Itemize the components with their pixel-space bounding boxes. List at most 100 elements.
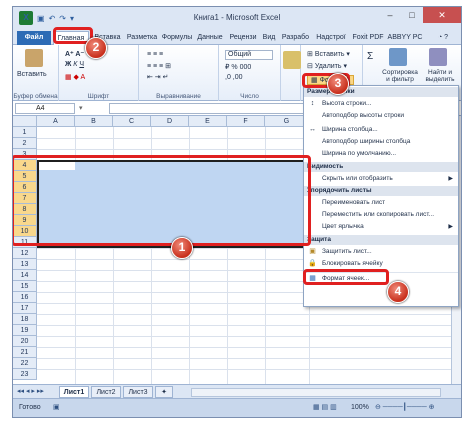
minimize-icon[interactable]: –	[379, 7, 401, 23]
number-format-select[interactable]: Общий	[225, 50, 273, 60]
column-header[interactable]: B	[75, 116, 113, 127]
sheet-tab-2[interactable]: Лист2	[91, 386, 121, 398]
submenu-arrow-icon: ▶	[448, 176, 453, 182]
menu-item-row-height[interactable]: ↕ Высота строки...	[304, 98, 458, 110]
alignment-label: Выравнивание	[156, 93, 201, 100]
find-select-button[interactable]: Найти и выделить	[421, 69, 459, 83]
sort-filter-button[interactable]: Сортировка и фильтр	[381, 69, 419, 83]
row-header[interactable]: 22	[13, 358, 37, 369]
row-header[interactable]: 16	[13, 292, 37, 303]
menu-item-move-copy[interactable]: Переместить или скопировать лист...	[304, 209, 458, 221]
row-header[interactable]: 1	[13, 127, 37, 138]
tab-page-layout[interactable]: Разметка	[125, 31, 159, 45]
row-height-icon: ↕	[310, 100, 315, 107]
percent-icon[interactable]: ₽ % 000	[225, 63, 251, 71]
tab-file[interactable]: Файл	[17, 31, 51, 45]
tab-developer[interactable]: Разрабо	[279, 31, 312, 45]
gridline	[37, 358, 461, 359]
help-icon[interactable]: ◔ ?	[431, 31, 455, 45]
zoom-level[interactable]: 100%	[351, 404, 369, 411]
horizontal-scrollbar[interactable]	[191, 388, 441, 397]
row-header[interactable]: 14	[13, 270, 37, 281]
paste-button[interactable]: Вставить	[17, 71, 47, 78]
decimal-icon[interactable]: ,0 ,00	[225, 74, 243, 81]
row-header[interactable]: 15	[13, 281, 37, 292]
group-alignment: ≡ ≡ ≡ ≡ ≡ ≡ ⊞ ⇤ ⇥ ↵ Выравнивание	[139, 45, 219, 101]
paste-icon[interactable]	[25, 49, 43, 67]
find-icon[interactable]	[429, 48, 447, 66]
menu-item-rename[interactable]: Переименовать лист	[304, 197, 458, 209]
row-header[interactable]: 2	[13, 138, 37, 149]
insert-cells-button[interactable]: ⊞ Вставить ▾	[307, 50, 350, 58]
gridline	[37, 325, 461, 326]
gridline	[37, 336, 461, 337]
step-badge-1: 1	[171, 237, 193, 259]
row-header[interactable]: 13	[13, 259, 37, 270]
indent-icon[interactable]: ⇤ ⇥ ↵	[147, 73, 169, 81]
select-all-corner[interactable]	[13, 116, 37, 127]
column-header[interactable]: C	[113, 116, 151, 127]
autosum-icon[interactable]: Σ	[367, 51, 373, 62]
row-header[interactable]: 20	[13, 336, 37, 347]
view-normal-icon[interactable]: ▦ ▤ ▥	[313, 403, 337, 411]
delete-cells-button[interactable]: ⊟ Удалить ▾	[307, 62, 347, 70]
sheet-tab-3[interactable]: Лист3	[123, 386, 153, 398]
row-header[interactable]: 19	[13, 325, 37, 336]
row-header[interactable]: 18	[13, 314, 37, 325]
menu-item-autofit-row[interactable]: Автоподбор высоты строки	[304, 110, 458, 122]
row-header[interactable]: 12	[13, 248, 37, 259]
row-header[interactable]: 17	[13, 303, 37, 314]
menu-item-tab-color[interactable]: Цвет ярлычка ▶	[304, 221, 458, 233]
row-header[interactable]: 23	[13, 369, 37, 380]
maximize-icon[interactable]: □	[401, 7, 423, 23]
menu-item-default-width[interactable]: Ширина по умолчанию...	[304, 148, 458, 160]
tab-review[interactable]: Рецензи	[226, 31, 260, 45]
column-header[interactable]: E	[189, 116, 227, 127]
step-badge-4: 4	[387, 281, 409, 303]
status-bar: Готово ▣ ▦ ▤ ▥ 100% ⊖ ────┃──── ⊕	[13, 398, 461, 417]
excel-window: X ▣ ↶ ↷ ▾ Книга1 - Microsoft Excel – □ ✕…	[12, 6, 462, 418]
highlight-format-cells	[303, 269, 389, 285]
tab-abbyy[interactable]: ABBYY PC	[387, 31, 423, 45]
name-box[interactable]: A4	[15, 103, 75, 114]
step-badge-2: 2	[85, 37, 107, 59]
tab-data[interactable]: Данные	[195, 31, 225, 45]
clipboard-label: Буфер обмена	[13, 93, 58, 100]
align-top-icon[interactable]: ≡ ≡ ≡	[147, 51, 163, 58]
column-header[interactable]: A	[37, 116, 75, 127]
styles-icon[interactable]	[283, 51, 301, 69]
sheet-tab-1[interactable]: Лист1	[59, 386, 89, 398]
sheet-nav-icon[interactable]: ◂◂ ◂ ▸ ▸▸	[17, 387, 44, 395]
menu-item-hide-show[interactable]: Скрыть или отобразить ▶	[304, 173, 458, 185]
gridline	[37, 314, 461, 315]
font-size-icon[interactable]: A⁺ A⁻	[65, 50, 84, 58]
macro-icon[interactable]: ▣	[53, 403, 60, 411]
menu-item-protect-sheet[interactable]: ▣ Защитить лист...	[304, 246, 458, 258]
zoom-slider[interactable]: ⊖ ────┃──── ⊕	[375, 403, 435, 411]
step-badge-3: 3	[327, 73, 349, 95]
menu-section-protection: Защита	[304, 235, 458, 245]
close-icon[interactable]: ✕	[423, 7, 461, 23]
tab-view[interactable]: Вид	[261, 31, 277, 45]
function-icon[interactable]: ▾	[79, 104, 83, 112]
menu-section-organize: Упорядочить листы	[304, 186, 458, 196]
group-number: Общий ₽ % 000 ,0 ,00 Число	[219, 45, 281, 101]
formula-input[interactable]	[109, 103, 305, 114]
lock-icon: 🔒	[308, 260, 317, 267]
font-color-icon[interactable]: ▦ ◆ A	[65, 73, 85, 81]
tab-addins[interactable]: Надстрої	[313, 31, 349, 45]
menu-item-autofit-col[interactable]: Автоподбор ширины столбца	[304, 136, 458, 148]
menu-item-col-width[interactable]: ↔ Ширина столбца...	[304, 124, 458, 136]
group-clipboard: Вставить Буфер обмена	[13, 45, 59, 101]
column-header[interactable]: D	[151, 116, 189, 127]
row-header[interactable]: 21	[13, 347, 37, 358]
submenu-arrow-icon: ▶	[448, 224, 453, 230]
column-header[interactable]: F	[227, 116, 265, 127]
title-bar: X ▣ ↶ ↷ ▾ Книга1 - Microsoft Excel – □ ✕	[13, 7, 461, 29]
align-left-icon[interactable]: ≡ ≡ ≡ ⊞	[147, 62, 171, 70]
tab-formulas[interactable]: Формулы	[160, 31, 194, 45]
tab-foxit[interactable]: Foxit PDF	[350, 31, 386, 45]
sort-filter-icon[interactable]	[389, 48, 407, 66]
bold-italic-underline-icon[interactable]: Ж К Ч	[65, 61, 84, 68]
new-sheet-icon[interactable]: ✦	[155, 386, 173, 398]
